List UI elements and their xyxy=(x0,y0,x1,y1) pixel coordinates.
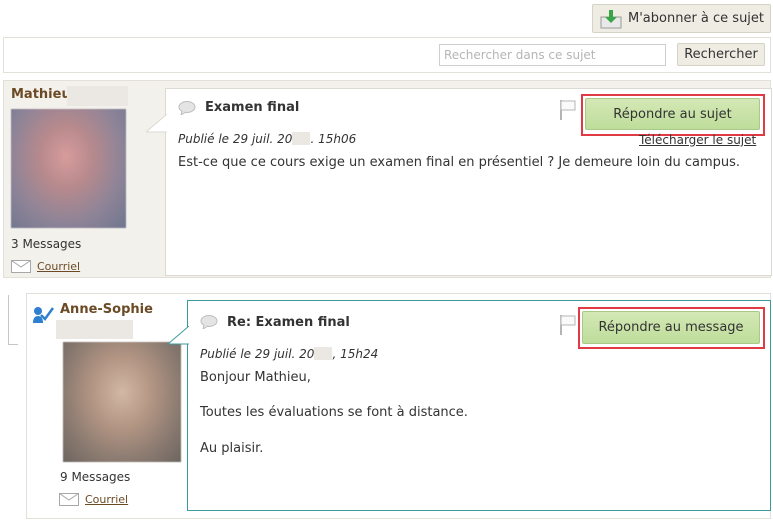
message-count: 9 Messages xyxy=(60,470,131,484)
email-link[interactable]: Courriel xyxy=(59,493,128,506)
bubble-tail xyxy=(146,114,167,133)
author-name[interactable]: Mathieu xyxy=(11,87,71,102)
email-label[interactable]: Courriel xyxy=(85,493,128,506)
email-link[interactable]: Courriel xyxy=(11,260,80,273)
author-name-redacted xyxy=(67,86,128,106)
reply-message-button[interactable]: Répondre au message xyxy=(582,311,760,344)
envelope-icon xyxy=(11,260,31,273)
verified-user-icon xyxy=(33,307,54,323)
post-body: Est-ce que ce cours exige un examen fina… xyxy=(178,155,741,170)
avatar xyxy=(63,342,181,462)
thread-line-h xyxy=(8,344,18,345)
published-date: Publié le 29 juil. 20 . 15h06 xyxy=(178,132,356,146)
flag-icon[interactable] xyxy=(559,314,577,336)
published-time: . 15h06 xyxy=(310,132,357,146)
subscribe-button[interactable]: M'abonner à ce sujet xyxy=(592,4,771,33)
search-input[interactable] xyxy=(439,44,666,66)
flag-icon[interactable] xyxy=(559,99,577,121)
post-body-line: Au plaisir. xyxy=(200,441,264,456)
thread-line xyxy=(8,295,9,345)
download-icon xyxy=(600,9,622,28)
message-count: 3 Messages xyxy=(11,237,82,251)
author-name-redacted xyxy=(56,320,133,339)
reply-topic-button[interactable]: Répondre au sujet xyxy=(585,98,760,130)
year-redacted xyxy=(292,132,311,145)
post-body-line: Toutes les évaluations se font à distanc… xyxy=(200,405,468,420)
published-text: Publié le 29 juil. 20 xyxy=(200,347,315,361)
post-body-line: Bonjour Mathieu, xyxy=(200,370,311,385)
speech-bubble-icon xyxy=(200,315,218,329)
subscribe-label: M'abonner à ce sujet xyxy=(628,11,765,26)
author-block: Anne-Sophie xyxy=(60,302,153,317)
published-date: Publié le 29 juil. 20 , 15h24 xyxy=(200,347,378,361)
bubble-tail xyxy=(168,326,189,345)
speech-bubble-icon xyxy=(178,101,196,115)
email-label[interactable]: Courriel xyxy=(37,260,80,273)
envelope-icon xyxy=(59,493,79,506)
search-button[interactable]: Rechercher xyxy=(677,43,765,66)
published-time: , 15h24 xyxy=(332,347,379,361)
avatar xyxy=(11,109,126,228)
post-subject: Re: Examen final xyxy=(227,315,350,330)
year-redacted xyxy=(314,347,333,360)
published-text: Publié le 29 juil. 20 xyxy=(178,132,293,146)
download-topic-link[interactable]: Télécharger le sujet xyxy=(639,133,756,147)
author-name[interactable]: Anne-Sophie xyxy=(60,302,153,317)
post-subject: Examen final xyxy=(205,100,300,115)
